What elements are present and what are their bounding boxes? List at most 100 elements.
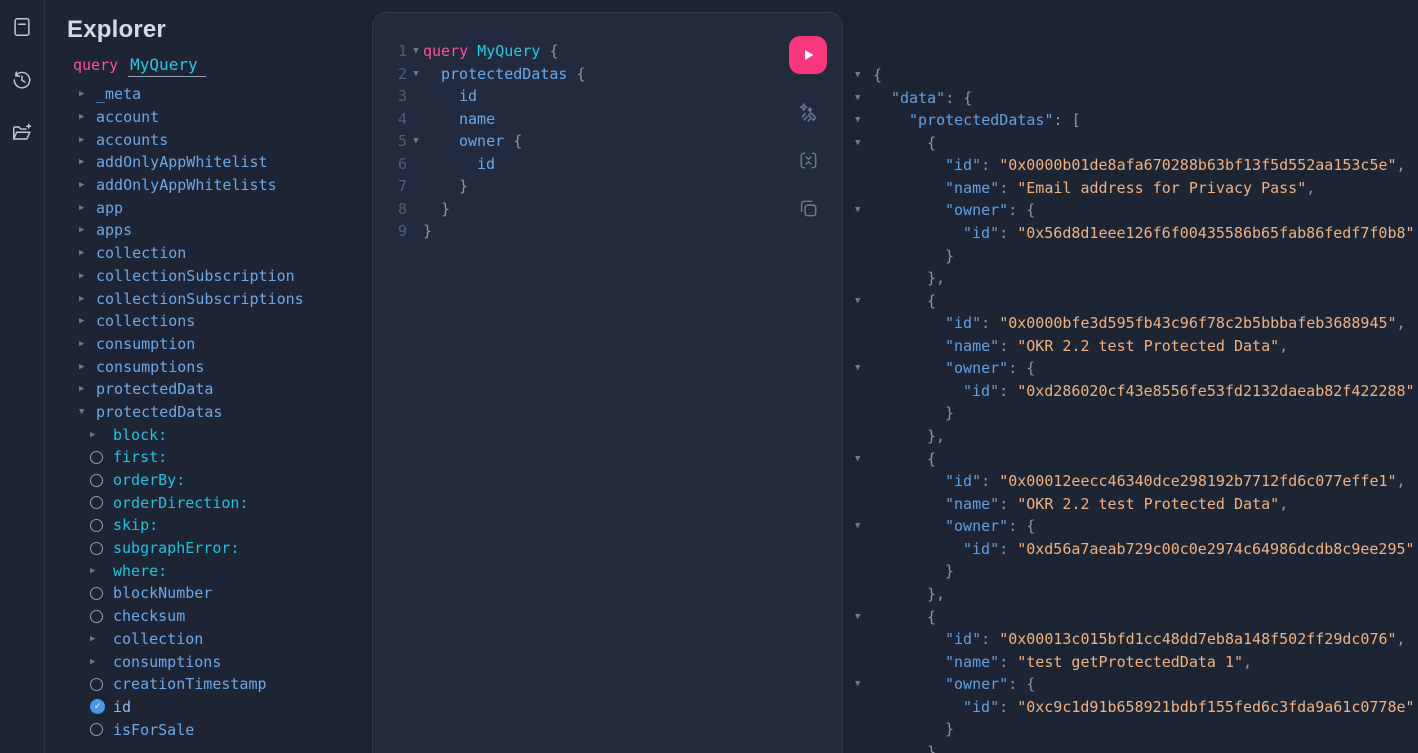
tree-row-isForSale[interactable]: isForSale xyxy=(67,718,366,741)
fold-icon[interactable]: ▼ xyxy=(855,87,860,110)
tree-row-collection[interactable]: ▶collection xyxy=(67,242,366,265)
fold-icon[interactable]: ▼ xyxy=(855,357,860,380)
tree-label: isForSale xyxy=(113,721,194,739)
expand-arrow-icon: ▶ xyxy=(79,271,96,281)
response-line: ▼"owner": { xyxy=(845,515,1418,538)
fold-icon[interactable]: ▼ xyxy=(409,130,423,153)
code-text: } xyxy=(423,198,450,221)
tree-row-accounts[interactable]: ▶accounts xyxy=(67,128,366,151)
tree-row-blockNumber[interactable]: blockNumber xyxy=(67,582,366,605)
response-line: "id": "0xd56a7aeab729c00c0e2974c64986dcd… xyxy=(845,538,1418,561)
code-text: name xyxy=(423,108,495,131)
explorer-field-tree[interactable]: ▶_meta▶account▶accounts▶addOnlyAppWhitel… xyxy=(67,83,366,741)
tree-row-creationTimestamp[interactable]: creationTimestamp xyxy=(67,673,366,696)
prettify-query-button[interactable] xyxy=(796,100,820,124)
open-folder-icon[interactable] xyxy=(10,121,34,145)
tree-row-subgraphError[interactable]: subgraphError: xyxy=(67,537,366,560)
fold-gutter xyxy=(409,198,423,221)
editor-line: 6 id xyxy=(373,153,842,176)
tree-row-apps[interactable]: ▶apps xyxy=(67,219,366,242)
tree-row-orderDirection[interactable]: orderDirection: xyxy=(67,491,366,514)
tree-row-consumption[interactable]: ▶consumption xyxy=(67,333,366,356)
tree-label: checksum xyxy=(113,607,185,625)
fold-icon[interactable]: ▼ xyxy=(409,40,423,63)
operation-keyword: query xyxy=(73,56,118,74)
sidebar xyxy=(0,0,45,753)
merge-fragments-button[interactable] xyxy=(796,148,820,172)
tree-label: accounts xyxy=(96,131,168,149)
tree-row-collectionSubscriptions[interactable]: ▶collectionSubscriptions xyxy=(67,287,366,310)
editor-line: 7} xyxy=(373,175,842,198)
tree-row-addOnlyAppWhitelists[interactable]: ▶addOnlyAppWhitelists xyxy=(67,174,366,197)
tree-label: addOnlyAppWhitelists xyxy=(96,176,277,194)
fold-icon[interactable]: ▼ xyxy=(855,606,860,629)
expand-arrow-icon: ▶ xyxy=(79,248,96,258)
fold-icon[interactable]: ▼ xyxy=(855,109,860,132)
tree-row-block[interactable]: ▶block: xyxy=(67,423,366,446)
tree-row-consumptions[interactable]: ▶consumptions xyxy=(67,355,366,378)
tree-label: protectedData xyxy=(96,380,213,398)
tree-row-id[interactable]: ✓id xyxy=(67,696,366,719)
query-editor[interactable]: 1▼query MyQuery {2▼protectedDatas {3id4n… xyxy=(373,13,842,243)
response-line: "id": "0x0000bfe3d595fb43c96f78c2b5bbbaf… xyxy=(845,312,1418,335)
response-line: ▼"owner": { xyxy=(845,673,1418,696)
tree-row-skip[interactable]: skip: xyxy=(67,514,366,537)
radio-icon xyxy=(90,723,109,736)
fold-icon[interactable]: ▼ xyxy=(855,64,860,87)
tree-row-protectedData[interactable]: ▶protectedData xyxy=(67,378,366,401)
editor-line: 4name xyxy=(373,108,842,131)
response-line: } xyxy=(845,560,1418,583)
response-line: ▼{ xyxy=(845,132,1418,155)
docs-icon[interactable] xyxy=(10,15,34,39)
code-text: } xyxy=(423,220,432,243)
prettify-icon xyxy=(797,101,820,124)
tree-row-first[interactable]: first: xyxy=(67,446,366,469)
response-line: ▼{ xyxy=(845,290,1418,313)
response-line: ▼"owner": { xyxy=(845,199,1418,222)
tree-row-account[interactable]: ▶account xyxy=(67,106,366,129)
response-line: "name": "OKR 2.2 test Protected Data", xyxy=(845,335,1418,358)
response-panel[interactable]: ▼{▼"data": {▼"protectedDatas": [▼{"id": … xyxy=(845,0,1418,753)
code-text: id xyxy=(423,85,477,108)
history-icon[interactable] xyxy=(10,68,34,92)
tree-row-collectionSubscription[interactable]: ▶collectionSubscription xyxy=(67,265,366,288)
expand-arrow-icon: ▶ xyxy=(79,112,96,122)
tree-row-protectedDatas[interactable]: ▼protectedDatas xyxy=(67,401,366,424)
response-line: }, xyxy=(845,583,1418,606)
fold-icon[interactable]: ▼ xyxy=(855,515,860,538)
code-text: id xyxy=(423,153,495,176)
expand-arrow-icon: ▶ xyxy=(79,180,96,190)
response-line: "id": "0x56d8d1eee126f6f00435586b65fab86… xyxy=(845,222,1418,245)
operation-name-input[interactable]: MyQuery xyxy=(128,55,205,77)
fold-gutter xyxy=(409,220,423,243)
tree-row-orderBy[interactable]: orderBy: xyxy=(67,469,366,492)
tree-label: consumptions xyxy=(113,653,221,671)
line-number: 6 xyxy=(373,153,409,176)
fold-icon[interactable]: ▼ xyxy=(855,448,860,471)
execute-query-button[interactable] xyxy=(789,36,827,74)
fold-icon[interactable]: ▼ xyxy=(855,132,860,155)
tree-label: app xyxy=(96,199,123,217)
radio-icon xyxy=(90,587,109,600)
fold-icon[interactable]: ▼ xyxy=(855,199,860,222)
tree-row-where[interactable]: ▶where: xyxy=(67,559,366,582)
tree-row-app[interactable]: ▶app xyxy=(67,196,366,219)
tree-row-collection[interactable]: ▶collection xyxy=(67,628,366,651)
response-line: "id": "0xc9c1d91b658921bdbf155fed6c3fda9… xyxy=(845,696,1418,719)
tree-row-consumptions[interactable]: ▶consumptions xyxy=(67,650,366,673)
fold-gutter xyxy=(409,175,423,198)
fold-icon[interactable]: ▼ xyxy=(855,673,860,696)
line-number: 8 xyxy=(373,198,409,221)
tree-label: addOnlyAppWhitelist xyxy=(96,153,268,171)
tree-row-collections[interactable]: ▶collections xyxy=(67,310,366,333)
editor-line: 8} xyxy=(373,198,842,221)
fold-icon[interactable]: ▼ xyxy=(855,290,860,313)
tree-row-checksum[interactable]: checksum xyxy=(67,605,366,628)
line-number: 9 xyxy=(373,220,409,243)
merge-icon xyxy=(797,149,820,172)
tree-row-_meta[interactable]: ▶_meta xyxy=(67,83,366,106)
fold-icon[interactable]: ▼ xyxy=(409,63,423,86)
copy-query-button[interactable] xyxy=(796,196,820,220)
tree-label: id xyxy=(113,698,131,716)
tree-row-addOnlyAppWhitelist[interactable]: ▶addOnlyAppWhitelist xyxy=(67,151,366,174)
